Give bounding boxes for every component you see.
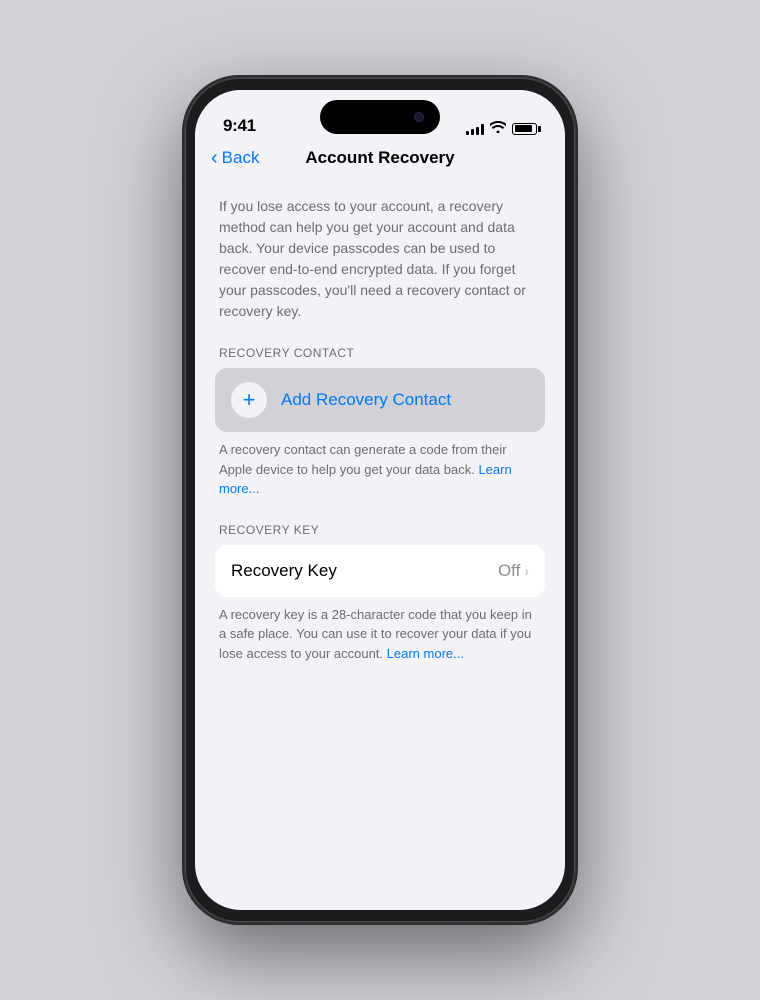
phone-device: 9:41 xyxy=(185,78,575,922)
recovery-key-status-text: Off xyxy=(498,561,520,581)
plus-icon: + xyxy=(243,389,256,411)
camera-indicator xyxy=(414,112,424,122)
wifi-icon xyxy=(490,121,506,136)
back-chevron-icon: ‹ xyxy=(211,148,218,168)
add-icon-circle: + xyxy=(231,382,267,418)
add-recovery-contact-button[interactable]: + Add Recovery Contact xyxy=(215,368,545,432)
status-time: 9:41 xyxy=(223,116,256,136)
nav-bar: ‹ Back Account Recovery xyxy=(195,144,565,180)
status-bar: 9:41 xyxy=(195,90,565,144)
status-icons xyxy=(466,121,537,136)
recovery-key-card: Recovery Key Off › xyxy=(215,545,545,597)
recovery-key-learn-more[interactable]: Learn more... xyxy=(387,646,464,661)
add-contact-label: Add Recovery Contact xyxy=(281,390,451,410)
battery-icon xyxy=(512,123,537,135)
dynamic-island xyxy=(320,100,440,134)
battery-fill xyxy=(515,125,532,132)
back-button[interactable]: ‹ Back xyxy=(211,148,259,168)
recovery-contact-footer: A recovery contact can generate a code f… xyxy=(215,440,545,499)
back-label: Back xyxy=(222,148,260,168)
page-title: Account Recovery xyxy=(305,148,454,168)
recovery-key-section-label: RECOVERY KEY xyxy=(215,523,545,537)
recovery-key-row[interactable]: Recovery Key Off › xyxy=(215,545,545,597)
recovery-key-status: Off › xyxy=(498,561,529,581)
recovery-contact-section-label: RECOVERY CONTACT xyxy=(215,346,545,360)
recovery-key-footer: A recovery key is a 28-character code th… xyxy=(215,605,545,664)
content-area: If you lose access to your account, a re… xyxy=(195,180,565,894)
recovery-key-label: Recovery Key xyxy=(231,561,337,581)
signal-icon xyxy=(466,123,484,135)
intro-text: If you lose access to your account, a re… xyxy=(215,196,545,322)
chevron-right-icon: › xyxy=(524,563,529,579)
phone-screen: 9:41 xyxy=(195,90,565,910)
